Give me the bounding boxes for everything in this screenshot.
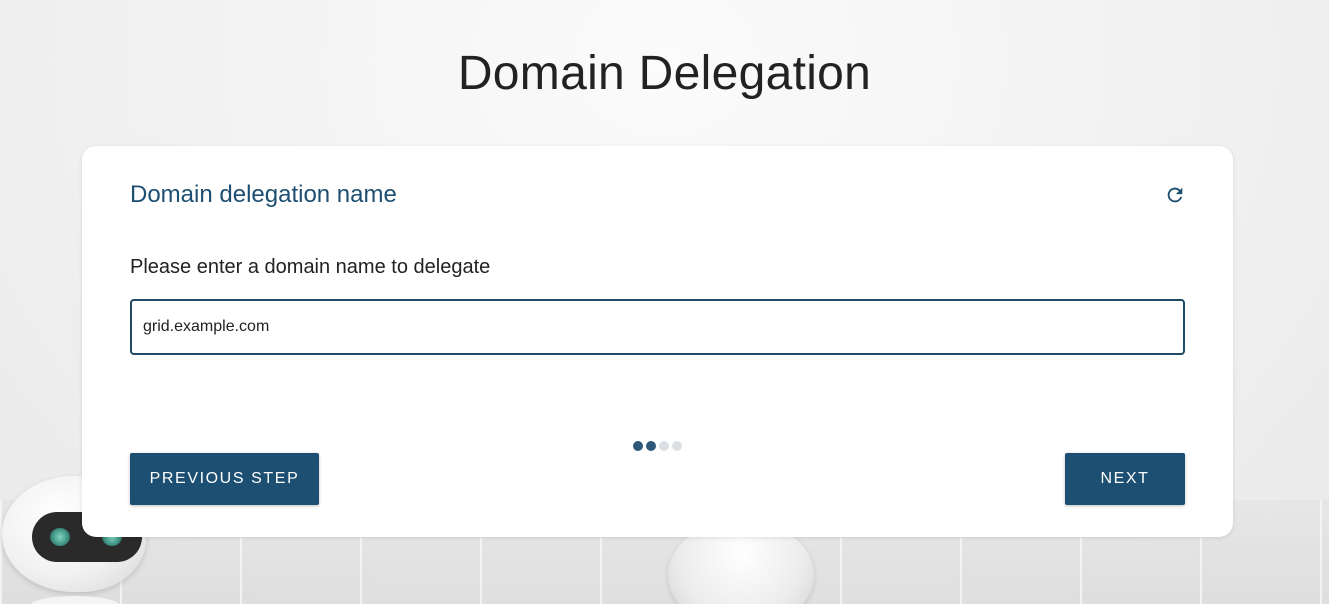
refresh-icon[interactable] — [1162, 182, 1188, 208]
refresh-icon-glyph — [1167, 187, 1183, 203]
step-dot — [633, 441, 643, 451]
step-dot — [646, 441, 656, 451]
page-title: Domain Delegation — [457, 47, 872, 100]
domain-delegation-card: Domain delegation name Please enter a do… — [82, 146, 1233, 537]
step-dot — [659, 441, 669, 451]
next-button[interactable]: NEXT — [1065, 453, 1185, 505]
domain-prompt-label: Please enter a domain name to delegate — [130, 256, 491, 278]
previous-step-button[interactable]: PREVIOUS STEP — [130, 453, 319, 505]
robot-eye — [50, 528, 70, 546]
domain-name-input[interactable] — [132, 301, 1183, 353]
step-dot — [672, 441, 682, 451]
background-scene: Domain Delegation Domain delegation name… — [0, 0, 1329, 604]
card-title: Domain delegation name — [130, 181, 397, 208]
domain-input-field[interactable] — [130, 299, 1185, 355]
step-indicator — [633, 441, 682, 451]
